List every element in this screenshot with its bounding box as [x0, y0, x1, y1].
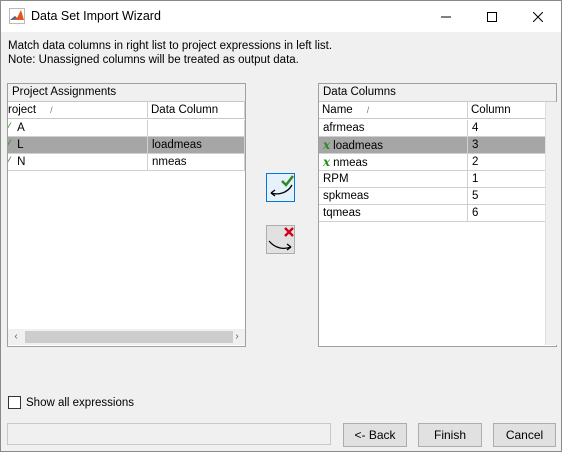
assign-check-icon	[270, 175, 294, 197]
list-item[interactable]: x nmeas 2	[319, 154, 548, 171]
row-marker-icon: ⁄	[8, 122, 10, 134]
horizontal-scrollbar[interactable]: ‹ ›	[8, 329, 245, 345]
column-cell: 1	[468, 171, 548, 188]
data-column-cell	[148, 120, 245, 137]
expression-cell: ⁄ N	[8, 154, 148, 171]
expression-cell: ⁄ L	[8, 137, 148, 154]
scroll-thumb[interactable]	[25, 331, 233, 343]
scroll-right-icon[interactable]: ›	[229, 329, 245, 345]
column-header-data-column[interactable]: Data Column	[148, 102, 245, 119]
sort-icon: /	[50, 105, 53, 115]
wizard-window: Data Set Import Wizard Match data column…	[0, 0, 562, 452]
unassign-button[interactable]	[266, 225, 295, 254]
table-row[interactable]: ⁄ A	[8, 120, 245, 137]
name-cell: tqmeas	[319, 205, 468, 222]
title-bar[interactable]: Data Set Import Wizard	[1, 1, 561, 32]
column-cell: 3	[468, 137, 548, 154]
maximize-button[interactable]	[469, 1, 515, 32]
column-header-column[interactable]: Column	[468, 102, 548, 119]
project-assignments-panel: Project Assignments roject / Data Column …	[7, 83, 246, 347]
show-all-expressions-checkbox[interactable]	[8, 396, 21, 409]
column-header-label: Name	[322, 104, 353, 116]
column-cell: 2	[468, 154, 548, 171]
table-row[interactable]: ⁄ N nmeas	[8, 154, 245, 171]
panel-title: Project Assignments	[8, 84, 245, 102]
instruction-line-2: Note: Unassigned columns will be treated…	[8, 54, 299, 66]
row-marker-icon: ⁄	[8, 139, 10, 151]
list-item-selected[interactable]: x loadmeas 3	[319, 137, 548, 154]
maximize-icon	[487, 11, 497, 22]
name-cell: afrmeas	[319, 120, 468, 137]
column-cell: 4	[468, 120, 548, 137]
assign-button[interactable]	[266, 173, 295, 202]
list-item[interactable]: afrmeas 4	[319, 120, 548, 137]
minimize-icon	[441, 16, 451, 17]
list-item[interactable]: RPM 1	[319, 171, 548, 188]
name-cell: spkmeas	[319, 188, 468, 205]
column-header-name[interactable]: Name /	[319, 102, 468, 119]
column-header-project[interactable]: roject /	[8, 102, 148, 119]
list-item[interactable]: spkmeas 5	[319, 188, 548, 205]
vertical-scrollbar[interactable]	[545, 102, 557, 345]
finish-button[interactable]: Finish	[418, 423, 482, 447]
unassign-x-icon	[268, 227, 294, 251]
table-row-selected[interactable]: ⁄ L loadmeas	[8, 137, 245, 154]
instruction-line-1: Match data columns in right list to proj…	[8, 40, 333, 52]
column-header-label: Column	[471, 104, 511, 116]
minimize-button[interactable]	[423, 1, 469, 32]
assigned-x-icon: x	[323, 138, 331, 152]
data-column-cell: loadmeas	[148, 137, 245, 154]
matlab-icon	[9, 8, 25, 24]
window-title: Data Set Import Wizard	[31, 9, 161, 23]
data-columns-panel: Data Columns Name / Column afrmeas 4 x loa…	[318, 83, 557, 347]
column-cell: 6	[468, 205, 548, 222]
name-cell: RPM	[319, 171, 468, 188]
show-all-expressions-option[interactable]: Show all expressions	[8, 396, 134, 409]
show-all-expressions-label: Show all expressions	[26, 396, 135, 409]
sort-icon: /	[366, 105, 370, 115]
expression-cell: ⁄ A	[8, 120, 148, 137]
column-cell: 5	[468, 188, 548, 205]
assigned-x-icon: x	[323, 155, 331, 169]
name-cell: x nmeas	[319, 154, 468, 171]
panel-title: Data Columns	[319, 84, 556, 102]
back-button[interactable]: <- Back	[343, 423, 407, 447]
status-field	[7, 423, 331, 445]
name-cell: x loadmeas	[319, 137, 468, 154]
instructions: Match data columns in right list to proj…	[8, 39, 332, 67]
row-marker-icon: ⁄	[8, 156, 10, 168]
close-button[interactable]	[515, 1, 561, 32]
cancel-button[interactable]: Cancel	[493, 423, 556, 447]
column-header-label: roject	[8, 104, 37, 116]
list-item[interactable]: tqmeas 6	[319, 205, 548, 222]
close-icon	[533, 11, 543, 22]
data-column-cell: nmeas	[148, 154, 245, 171]
column-header-label: Data Column	[151, 104, 219, 116]
scroll-left-icon[interactable]: ‹	[8, 329, 24, 345]
